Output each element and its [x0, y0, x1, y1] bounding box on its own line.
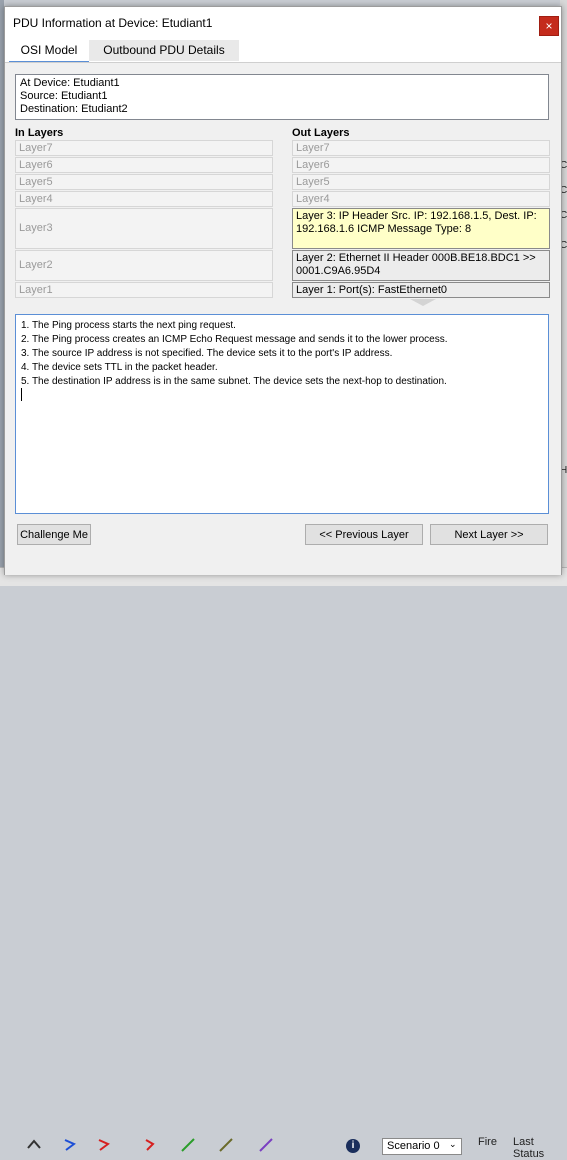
out-layer-2[interactable]: Layer 2: Ethernet II Header 000B.BE18.BD…: [292, 250, 550, 281]
out-layer-7-label: Layer7: [296, 142, 330, 154]
previous-layer-button[interactable]: << Previous Layer: [305, 524, 423, 545]
connection-icon[interactable]: [96, 1138, 112, 1152]
in-layer-5-label: Layer5: [19, 176, 53, 188]
note-line: 5. The destination IP address is in the …: [21, 376, 447, 387]
scenario-select-label: Scenario 0: [387, 1140, 440, 1152]
in-layer-6-label: Layer6: [19, 159, 53, 171]
chevron-down-icon: [410, 299, 436, 306]
title-bar: PDU Information at Device: Etudiant1 ×: [5, 7, 561, 39]
out-layer-4-label: Layer4: [296, 193, 330, 205]
source-text: Source: Etudiant1: [20, 90, 108, 102]
cable-icon[interactable]: [180, 1138, 196, 1152]
in-layer-3[interactable]: Layer3: [15, 208, 273, 249]
in-layers-heading: In Layers: [15, 127, 64, 139]
out-layer-3-label: Layer 3: IP Header Src. IP: 192.168.1.5,…: [296, 210, 537, 235]
in-layer-1-label: Layer1: [19, 284, 53, 296]
out-layer-1-label: Layer 1: Port(s): FastEthernet0: [296, 284, 448, 296]
out-layers-heading: Out Layers: [292, 127, 350, 139]
note-line: 4. The device sets TTL in the packet hea…: [21, 362, 218, 373]
out-layer-4[interactable]: Layer4: [292, 191, 550, 207]
osi-model-panel: At Device: Etudiant1 Source: Etudiant1 D…: [5, 62, 561, 575]
pdu-information-dialog: PDU Information at Device: Etudiant1 × O…: [4, 6, 562, 575]
destination-text: Destination: Etudiant2: [20, 103, 128, 115]
device-icon[interactable]: [26, 1138, 42, 1152]
out-layer-5-label: Layer5: [296, 176, 330, 188]
dialog-title: PDU Information at Device: Etudiant1: [13, 16, 213, 30]
cable-icon[interactable]: [258, 1138, 274, 1152]
in-layer-7[interactable]: Layer7: [15, 140, 273, 156]
out-layer-5[interactable]: Layer5: [292, 174, 550, 190]
out-layer-3[interactable]: Layer 3: IP Header Src. IP: 192.168.1.5,…: [292, 208, 550, 249]
out-layer-6[interactable]: Layer6: [292, 157, 550, 173]
tab-osi-model[interactable]: OSI Model: [9, 40, 89, 63]
chevron-down-icon: ⌄: [449, 1139, 457, 1149]
in-layer-5[interactable]: Layer5: [15, 174, 273, 190]
next-layer-button[interactable]: Next Layer >>: [430, 524, 548, 545]
note-line: 3. The source IP address is not specifie…: [21, 348, 393, 359]
text-caret: [21, 388, 22, 401]
in-layer-3-label: Layer3: [19, 222, 53, 234]
layer-details-textarea[interactable]: 1. The Ping process starts the next ping…: [15, 314, 549, 514]
in-layer-4-label: Layer4: [19, 193, 53, 205]
in-layer-1[interactable]: Layer1: [15, 282, 273, 298]
note-line: 1. The Ping process starts the next ping…: [21, 320, 236, 331]
in-layer-4[interactable]: Layer4: [15, 191, 273, 207]
out-layer-6-label: Layer6: [296, 159, 330, 171]
out-layer-7[interactable]: Layer7: [292, 140, 550, 156]
scenario-select[interactable]: Scenario 0 ⌄: [382, 1138, 462, 1155]
info-icon[interactable]: i: [346, 1139, 360, 1153]
note-line: 2. The Ping process creates an ICMP Echo…: [21, 334, 448, 345]
in-layer-7-label: Layer7: [19, 142, 53, 154]
tab-bar: OSI Model Outbound PDU Details: [5, 40, 561, 63]
in-layer-6[interactable]: Layer6: [15, 157, 273, 173]
close-button[interactable]: ×: [539, 16, 559, 36]
last-status-column-label: Last Status: [513, 1136, 545, 1160]
in-layer-2[interactable]: Layer2: [15, 250, 273, 281]
connection-icon[interactable]: [142, 1138, 158, 1152]
fire-column-label: Fire: [478, 1136, 497, 1148]
in-layer-2-label: Layer2: [19, 259, 53, 271]
tab-outbound-pdu-details[interactable]: Outbound PDU Details: [89, 40, 239, 61]
cable-icon[interactable]: [218, 1138, 234, 1152]
out-layer-1[interactable]: Layer 1: Port(s): FastEthernet0: [292, 282, 550, 298]
challenge-me-button[interactable]: Challenge Me: [17, 524, 91, 545]
out-layer-2-label: Layer 2: Ethernet II Header 000B.BE18.BD…: [296, 252, 536, 277]
at-device-text: At Device: Etudiant1: [20, 77, 120, 89]
device-info-box: At Device: Etudiant1 Source: Etudiant1 D…: [15, 74, 549, 120]
connection-icon[interactable]: [62, 1138, 78, 1152]
